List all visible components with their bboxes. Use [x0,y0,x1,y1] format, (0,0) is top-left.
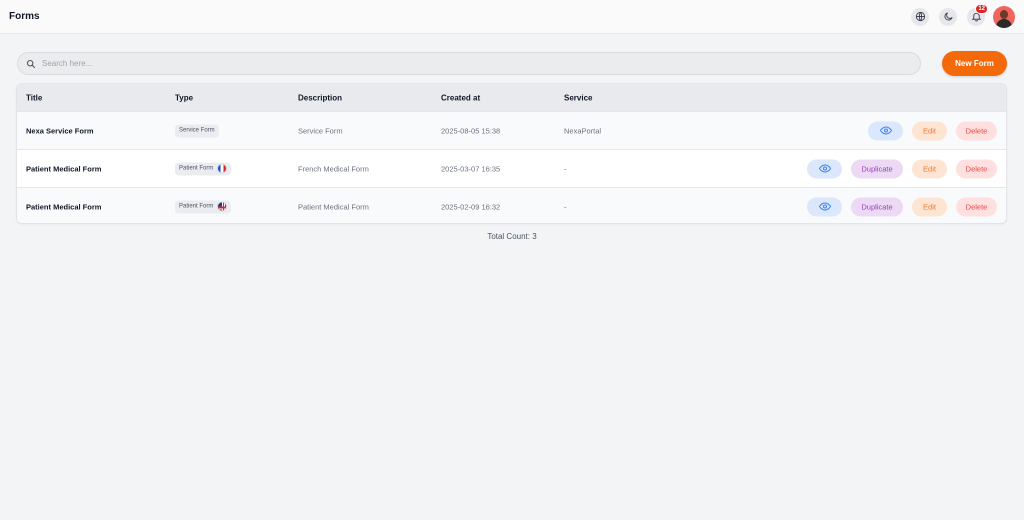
column-header-description[interactable]: Description [298,93,342,102]
table-row[interactable]: Nexa Service Form Service Form Service F… [17,111,1006,149]
view-button[interactable] [807,197,842,216]
type-badge: Patient Form [175,200,232,213]
moon-icon [944,12,953,21]
row-actions: Edit Delete [868,121,997,140]
duplicate-button[interactable]: Duplicate [851,159,903,178]
row-type: Patient Form [175,162,232,175]
language-button[interactable] [911,7,929,26]
delete-button[interactable]: Delete [956,197,997,216]
type-badge-label: Patient Form [179,203,214,210]
total-count: Total Count: 3 [487,232,537,241]
row-type: Patient Form [175,200,232,213]
globe-icon [915,11,925,22]
forms-table: Title Type Description Created at Servic… [16,83,1007,224]
row-service: NexaPortal [564,126,602,135]
top-bar: Forms 12 [0,0,1024,34]
view-button[interactable] [807,159,842,178]
row-created-at: 2025-08-05 15:38 [441,126,501,135]
column-header-title[interactable]: Title [26,93,42,102]
notifications-button[interactable]: 12 [967,3,988,26]
user-avatar[interactable] [993,5,1015,28]
edit-button[interactable]: Edit [912,121,947,140]
row-created-at: 2025-02-09 16:32 [441,202,501,211]
row-description: Patient Medical Form [298,202,369,211]
new-form-button[interactable]: New Form [942,51,1007,76]
page-title: Forms [9,11,40,22]
row-description: French Medical Form [298,164,369,173]
row-created-at: 2025-03-07 16:35 [441,164,501,173]
type-badge: Patient Form [175,162,232,175]
delete-button[interactable]: Delete [956,159,997,178]
table-header: Title Type Description Created at Servic… [17,84,1006,111]
eye-icon [818,202,831,211]
edit-button[interactable]: Edit [912,159,947,178]
theme-toggle-button[interactable] [939,7,957,26]
avatar-head [1000,9,1008,19]
column-header-created-at[interactable]: Created at [441,93,480,102]
uk-flag-icon [217,201,228,212]
row-title: Patient Medical Form [26,164,102,173]
view-button[interactable] [868,121,903,140]
type-badge-label: Patient Form [179,165,214,172]
eye-icon [879,126,892,135]
avatar-body [996,18,1012,28]
row-service: - [564,164,567,173]
table-row[interactable]: Patient Medical Form Patient Form French… [17,149,1006,187]
top-actions: 12 [901,3,1015,28]
row-title: Nexa Service Form [26,126,94,135]
eye-icon [818,164,831,173]
type-badge: Service Form [175,124,219,137]
type-badge-label: Service Form [179,127,215,134]
row-actions: Duplicate Edit Delete [807,197,997,216]
column-header-type[interactable]: Type [175,93,193,102]
row-actions: Duplicate Edit Delete [807,159,997,178]
france-flag-icon [217,163,228,174]
search-input[interactable] [42,59,902,68]
search-bar [17,52,921,75]
table-row[interactable]: Patient Medical Form Patient Form Patien… [17,187,1006,223]
row-title: Patient Medical Form [26,202,102,211]
row-description: Service Form [298,126,343,135]
notification-badge: 12 [975,3,988,14]
column-header-service[interactable]: Service [564,93,592,102]
search-icon [26,59,36,68]
row-type: Service Form [175,124,219,137]
duplicate-button[interactable]: Duplicate [851,197,903,216]
row-service: - [564,202,567,211]
edit-button[interactable]: Edit [912,197,947,216]
delete-button[interactable]: Delete [956,121,997,140]
